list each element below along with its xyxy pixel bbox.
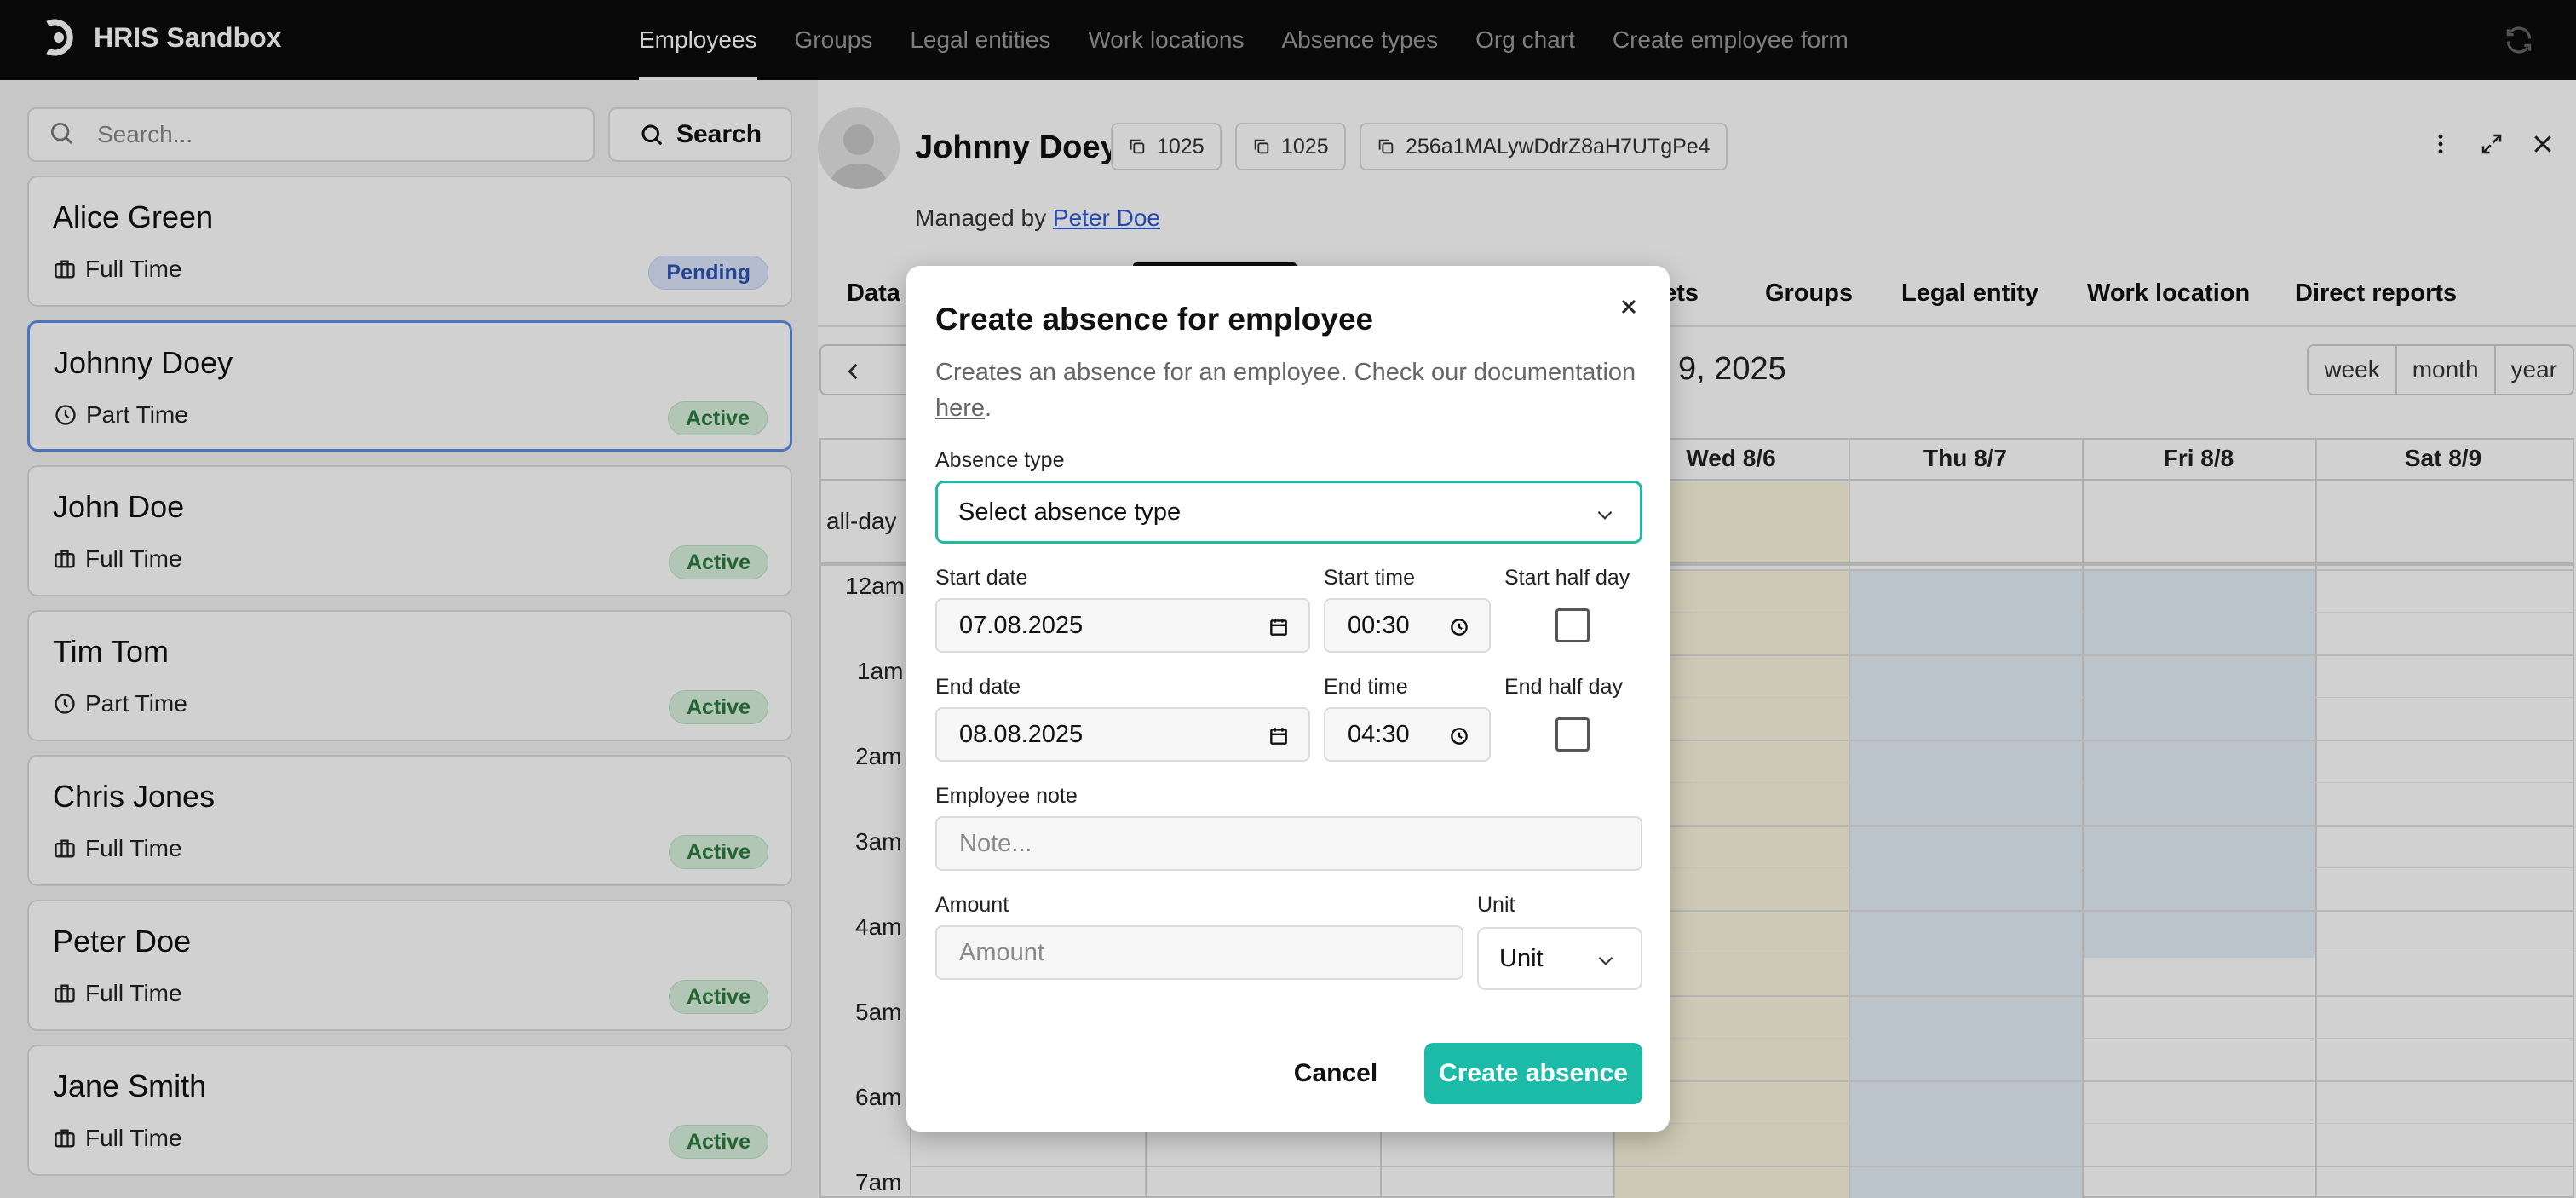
chevron-down-icon bbox=[1598, 956, 1613, 965]
start-half-day-checkbox[interactable] bbox=[1555, 608, 1590, 642]
unit-value: Unit bbox=[1499, 944, 1544, 972]
dialog-title: Create absence for employee bbox=[935, 302, 1374, 337]
close-icon[interactable] bbox=[1619, 297, 1639, 317]
calendar-icon bbox=[1270, 728, 1287, 745]
clock-icon bbox=[1451, 619, 1468, 636]
employee-note-label: Employee note bbox=[935, 784, 1078, 808]
absence-type-value: Select absence type bbox=[958, 498, 1182, 526]
start-date-input[interactable]: 07.08.2025 bbox=[935, 598, 1310, 653]
end-time-value: 04:30 bbox=[1348, 720, 1410, 748]
documentation-link[interactable]: here bbox=[935, 395, 985, 422]
employee-note-input[interactable]: Note... bbox=[935, 816, 1642, 871]
end-half-day-checkbox[interactable] bbox=[1555, 717, 1590, 752]
start-time-input[interactable]: 00:30 bbox=[1324, 598, 1491, 653]
end-time-input[interactable]: 04:30 bbox=[1324, 707, 1491, 762]
unit-label: Unit bbox=[1477, 893, 1515, 917]
start-date-label: Start date bbox=[935, 566, 1028, 590]
calendar-icon bbox=[1270, 619, 1287, 636]
unit-select[interactable]: Unit bbox=[1477, 927, 1642, 990]
dialog-description-text: Creates an absence for an employee. Chec… bbox=[935, 359, 1636, 386]
end-date-label: End date bbox=[935, 675, 1021, 699]
dialog-description: Creates an absence for an employee. Chec… bbox=[935, 354, 1642, 426]
end-half-day-label: End half day bbox=[1504, 675, 1623, 699]
absence-type-select[interactable]: Select absence type bbox=[935, 481, 1642, 544]
amount-label: Amount bbox=[935, 893, 1009, 917]
absence-type-label: Absence type bbox=[935, 448, 1065, 472]
start-time-label: Start time bbox=[1324, 566, 1415, 590]
chevron-down-icon bbox=[1597, 510, 1613, 520]
end-date-value: 08.08.2025 bbox=[959, 720, 1084, 748]
start-time-value: 00:30 bbox=[1348, 611, 1410, 639]
start-half-day-label: Start half day bbox=[1504, 566, 1630, 590]
clock-icon bbox=[1451, 728, 1468, 745]
start-date-value: 07.08.2025 bbox=[959, 611, 1084, 639]
cancel-button[interactable]: Cancel bbox=[1269, 1043, 1402, 1104]
amount-input[interactable]: Amount bbox=[935, 925, 1463, 980]
end-date-input[interactable]: 08.08.2025 bbox=[935, 707, 1310, 762]
description-period: . bbox=[985, 395, 992, 422]
create-absence-button[interactable]: Create absence bbox=[1424, 1043, 1642, 1104]
end-time-label: End time bbox=[1324, 675, 1408, 699]
create-absence-dialog: Create absence for employee Creates an a… bbox=[906, 266, 1670, 1132]
